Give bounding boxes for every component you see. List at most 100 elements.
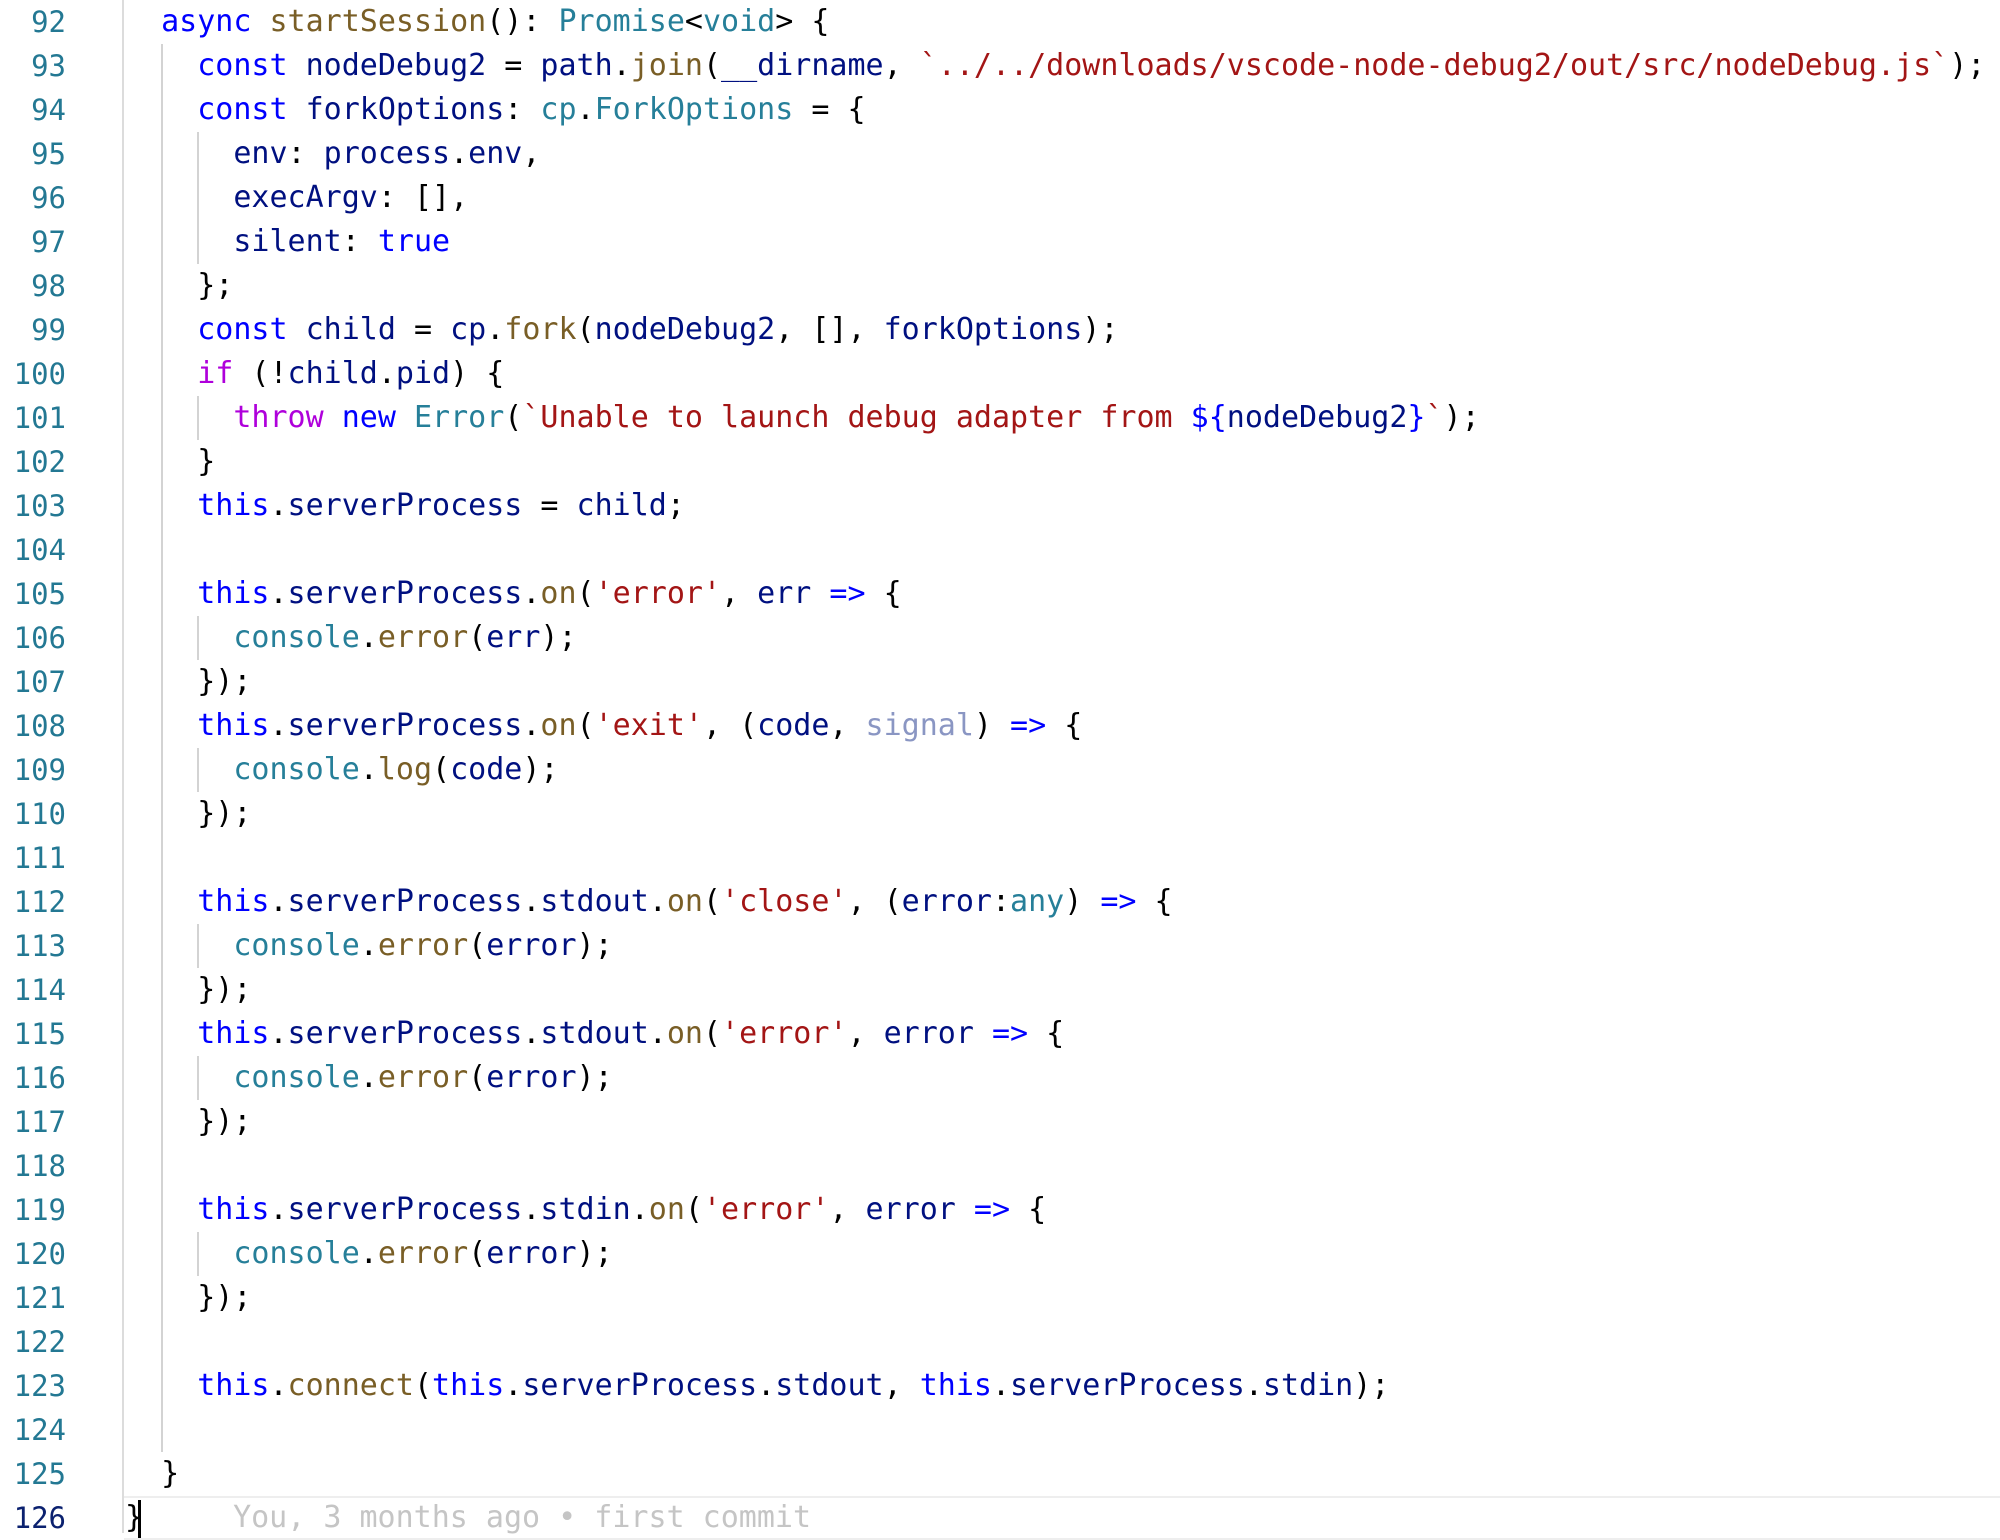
code-line[interactable]: 92 async startSession(): Promise<void> { <box>0 0 2000 44</box>
keyword-token: this <box>197 1368 270 1403</box>
line-number: 112 <box>13 885 66 919</box>
code-editor[interactable]: 92 async startSession(): Promise<void> {9… <box>0 0 2000 1540</box>
keyword-token: this <box>432 1368 505 1403</box>
code-line[interactable]: 114}); <box>0 968 2000 1012</box>
line-number: 107 <box>13 665 66 699</box>
line-number: 120 <box>13 1237 66 1271</box>
function-token: on <box>648 1192 685 1227</box>
code-text: throw new Error(`Unable to launch debug … <box>233 396 1479 440</box>
code-line[interactable]: 119 this.serverProcess.stdin.on('error', … <box>0 1188 2000 1232</box>
identifier-token: stdout <box>540 1016 649 1051</box>
punctuation-token: }); <box>197 1280 252 1315</box>
indent-guide <box>161 1100 164 1144</box>
punctuation-token: . <box>359 1236 378 1271</box>
punctuation-token: ( <box>576 312 595 347</box>
identifier-token: serverProcess <box>287 708 523 743</box>
line-number: 102 <box>13 445 66 479</box>
punctuation-token: . <box>269 884 288 919</box>
code-text: } <box>161 1452 179 1496</box>
line-number: 115 <box>13 1017 66 1051</box>
keyword-token: => <box>973 1192 1011 1227</box>
code-line[interactable]: 109 console.log(code); <box>0 748 2000 792</box>
punctuation-token: { <box>1010 1192 1047 1227</box>
keyword-token: this <box>919 1368 992 1403</box>
code-line[interactable]: 93 const nodeDebug2 = path.join(__dirname… <box>0 44 2000 88</box>
code-line[interactable]: 110}); <box>0 792 2000 836</box>
punctuation-token: { <box>1028 1016 1065 1051</box>
punctuation-token: . <box>359 1060 378 1095</box>
punctuation-token: : <box>504 92 541 127</box>
identifier-token: error <box>865 1192 956 1227</box>
code-lines[interactable]: 92 async startSession(): Promise<void> {9… <box>0 0 2000 1540</box>
code-line[interactable]: 116 console.error(error); <box>0 1056 2000 1100</box>
line-number: 116 <box>13 1061 66 1095</box>
indent-guide <box>161 748 164 792</box>
identifier-token: child <box>576 488 667 523</box>
line-number: 105 <box>13 577 66 611</box>
identifier-token: execArgv <box>233 180 378 215</box>
code-line[interactable]: 118 <box>0 1144 2000 1188</box>
line-number: 124 <box>13 1413 66 1447</box>
punctuation-token: ( <box>468 1060 487 1095</box>
punctuation-token: }); <box>197 664 252 699</box>
code-line[interactable]: 96 execArgv: [], <box>0 176 2000 220</box>
code-line[interactable]: 106 console.error(err); <box>0 616 2000 660</box>
code-line[interactable]: 117}); <box>0 1100 2000 1144</box>
code-line[interactable]: 111 <box>0 836 2000 880</box>
code-line[interactable]: 124 <box>0 1408 2000 1452</box>
punctuation-token: ); <box>522 752 559 787</box>
keyword-token: ${ <box>1190 400 1227 435</box>
code-line[interactable]: 115 this.serverProcess.stdout.on('error',… <box>0 1012 2000 1056</box>
punctuation-token: = <box>486 48 541 83</box>
code-line[interactable]: 113 console.error(error); <box>0 924 2000 968</box>
code-line[interactable]: 107}); <box>0 660 2000 704</box>
code-line[interactable]: 95 env: process.env, <box>0 132 2000 176</box>
string-token: 'error' <box>594 576 722 611</box>
string-token: 'close' <box>721 884 848 919</box>
code-line[interactable]: 97 silent: true <box>0 220 2000 264</box>
punctuation-token: ) <box>973 708 1011 743</box>
indent-guide <box>161 836 164 880</box>
code-line[interactable]: 125} <box>0 1452 2000 1496</box>
code-line[interactable]: 120 console.error(error); <box>0 1232 2000 1276</box>
indent-guide <box>161 484 164 528</box>
punctuation-token: }); <box>197 1104 252 1139</box>
code-line[interactable]: 105 this.serverProcess.on('error', err =>… <box>0 572 2000 616</box>
code-line[interactable]: 112 this.serverProcess.stdout.on('close',… <box>0 880 2000 924</box>
code-line[interactable]: 98}; <box>0 264 2000 308</box>
punctuation-token: . <box>269 1192 288 1227</box>
punctuation-token: , <box>829 708 866 743</box>
code-line[interactable]: 101 throw new Error(`Unable to launch deb… <box>0 396 2000 440</box>
code-text: }); <box>197 1276 251 1320</box>
code-line[interactable]: 99 const child = cp.fork(nodeDebug2, [], … <box>0 308 2000 352</box>
code-line[interactable]: 126} You, 3 months ago • first commit <box>0 1496 2000 1540</box>
identifier-token: err <box>757 576 812 611</box>
indent-guide <box>161 1188 164 1232</box>
code-line[interactable]: 108 this.serverProcess.on('exit', (code, … <box>0 704 2000 748</box>
type-token: console <box>233 752 360 787</box>
code-text: if (!child.pid) { <box>197 352 504 396</box>
function-token: error <box>377 1236 469 1271</box>
punctuation-token <box>288 92 306 127</box>
function-token: error <box>377 928 469 963</box>
code-line[interactable]: 94 const forkOptions: cp.ForkOptions = { <box>0 88 2000 132</box>
git-blame-annotation: You, 3 months ago • first commit <box>233 1500 812 1535</box>
punctuation-token: (): <box>486 4 559 39</box>
code-line[interactable]: 122 <box>0 1320 2000 1364</box>
punctuation-token: . <box>522 1016 541 1051</box>
code-line[interactable]: 123 this.connect(this.serverProcess.stdou… <box>0 1364 2000 1408</box>
code-line[interactable]: 104 <box>0 528 2000 572</box>
indent-guide <box>161 352 164 396</box>
code-line[interactable]: 121}); <box>0 1276 2000 1320</box>
punctuation-token: . <box>269 708 288 743</box>
punctuation-token: ( <box>468 928 487 963</box>
indent-guide <box>161 528 164 572</box>
code-line[interactable]: 100 if (!child.pid) { <box>0 352 2000 396</box>
code-line[interactable]: 103 this.serverProcess = child; <box>0 484 2000 528</box>
punctuation-token: . <box>522 884 541 919</box>
code-line[interactable]: 102} <box>0 440 2000 484</box>
punctuation-token <box>956 1192 974 1227</box>
identifier-token: env <box>468 136 523 171</box>
function-token: on <box>540 708 577 743</box>
indent-guide <box>161 660 164 704</box>
